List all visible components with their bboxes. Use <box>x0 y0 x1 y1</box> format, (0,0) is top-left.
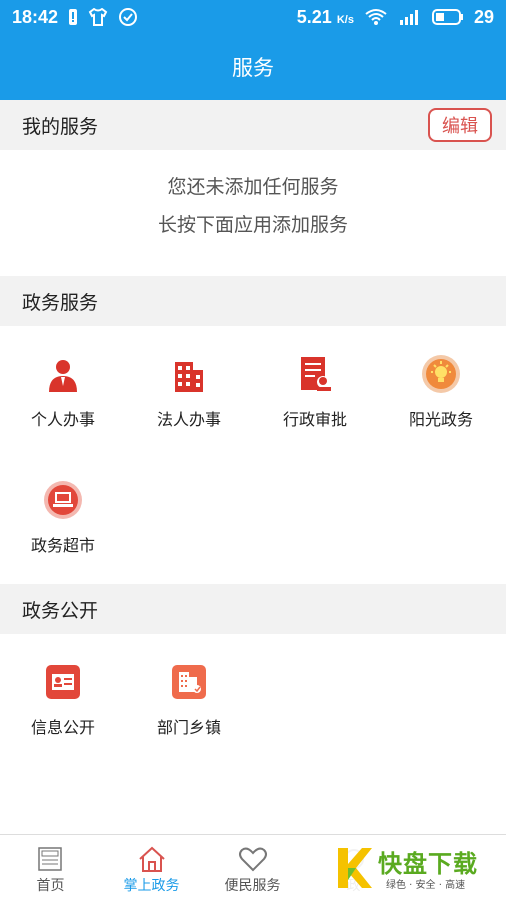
home-icon <box>138 846 165 872</box>
service-label: 个人办事 <box>30 410 95 429</box>
service-gov-market[interactable]: 政务超市 <box>0 480 126 556</box>
tab-mobile-gov[interactable]: 掌上政务 <box>101 835 202 901</box>
service-legal-person[interactable]: 法人办事 <box>126 354 252 430</box>
watermark-slogan: 绿色 · 安全 · 高速 <box>386 880 466 891</box>
tab-label: 首页 <box>36 878 65 894</box>
id-card-icon <box>46 665 80 699</box>
service-personal[interactable]: 个人办事 <box>0 354 126 430</box>
document-stamp-icon <box>301 357 331 391</box>
gov-public-header: 政务公开 <box>0 584 506 634</box>
page-title: 服务 <box>232 56 274 80</box>
heart-icon <box>238 847 267 872</box>
battery-icon <box>431 9 463 25</box>
empty-line-1: 您还未添加任何服务 <box>167 176 339 198</box>
status-bar: 18:42 5.21 K/s 29 <box>0 0 506 34</box>
empty-line-2: 长按下面应用添加服务 <box>157 214 348 236</box>
check-circle-icon <box>119 8 138 26</box>
title-bar: 服务 <box>0 34 506 100</box>
gov-public-title: 政务公开 <box>22 599 99 622</box>
service-sunshine-gov[interactable]: 阳光政务 <box>378 354 504 430</box>
tab-convenience[interactable]: 便民服务 <box>202 835 303 901</box>
service-label: 政务超市 <box>30 536 95 555</box>
edit-button[interactable]: 编辑 <box>428 108 492 142</box>
public-label: 部门乡镇 <box>156 718 221 737</box>
gov-services-header: 政务服务 <box>0 276 506 326</box>
watermark-logo-icon <box>338 848 372 888</box>
watermark-brand: 快盘下载 <box>378 850 478 878</box>
building-icon <box>175 362 203 392</box>
my-services-title: 我的服务 <box>22 115 99 138</box>
public-info-disclosure[interactable]: 信息公开 <box>0 662 126 738</box>
tab-home[interactable]: 首页 <box>0 835 101 901</box>
service-label: 法人办事 <box>156 410 221 429</box>
city-icon <box>172 665 206 699</box>
watermark: 快盘下载 绿色 · 安全 · 高速 <box>330 840 500 896</box>
person-icon <box>43 354 83 394</box>
news-icon <box>37 847 62 871</box>
sun-bulb-icon <box>422 355 460 393</box>
notification-icon <box>69 9 78 25</box>
wifi-icon <box>365 9 387 25</box>
my-services-header: 我的服务 编辑 <box>0 100 506 150</box>
network-speed: 5.21 K/s <box>296 6 354 27</box>
public-label: 信息公开 <box>30 718 95 737</box>
service-admin-approval[interactable]: 行政审批 <box>252 354 378 430</box>
gov-services-title: 政务服务 <box>22 291 99 314</box>
signal-icon <box>399 10 418 25</box>
battery-level: 29 <box>473 6 494 27</box>
tshirt-icon <box>88 8 108 26</box>
empty-message: 您还未添加任何服务 长按下面应用添加服务 <box>0 168 506 244</box>
service-label: 阳光政务 <box>408 410 473 429</box>
service-label: 行政审批 <box>282 410 347 429</box>
status-time: 18:42 <box>12 6 59 27</box>
tab-label: 便民服务 <box>224 878 281 894</box>
public-departments[interactable]: 部门乡镇 <box>126 662 252 738</box>
tab-label: 掌上政务 <box>123 878 180 894</box>
laptop-icon <box>44 481 82 519</box>
